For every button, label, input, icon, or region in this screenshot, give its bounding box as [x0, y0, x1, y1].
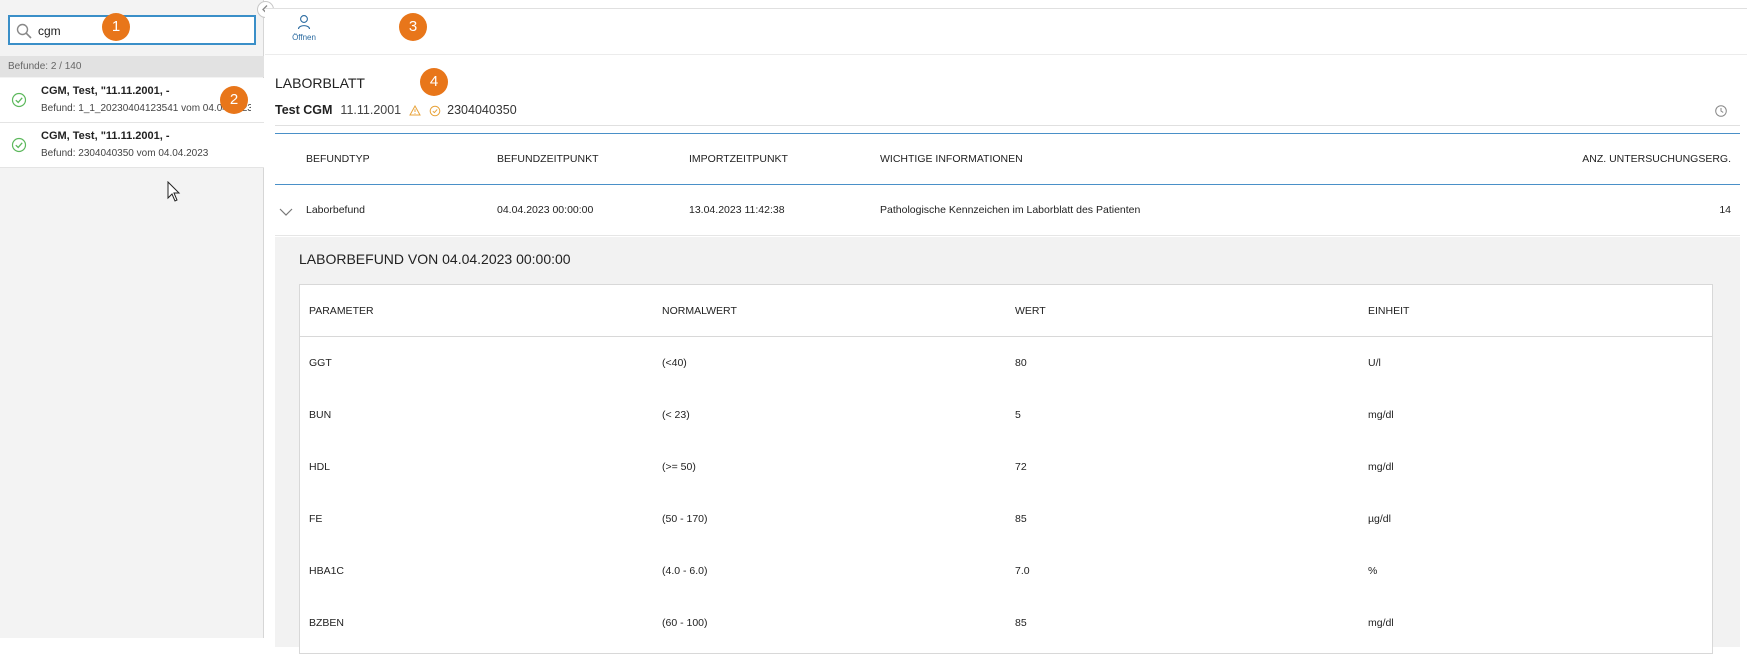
open-button-label: Öffnen: [292, 33, 316, 42]
person-icon: [297, 15, 311, 30]
clock-check-icon: [429, 105, 441, 117]
parameter-table-header: PARAMETER NORMALWERT WERT EINHEIT: [300, 285, 1712, 337]
warning-icon: [409, 105, 421, 116]
parameter-cell: HBA1C: [309, 565, 345, 577]
findings-table-header: BEFUNDTYP BEFUNDZEITPUNKT IMPORTZEITPUNK…: [275, 133, 1740, 185]
search-icon: [16, 23, 32, 39]
check-circle-icon: [11, 92, 27, 108]
value-cell: 7.0: [1015, 565, 1030, 577]
table-row: BZBEN (60 - 100) 85 mg/dl: [300, 597, 1712, 649]
page-title: LABORBLATT: [275, 75, 365, 91]
column-header-normalwert[interactable]: NORMALWERT: [662, 305, 737, 317]
column-header-wert[interactable]: WERT: [1015, 305, 1046, 317]
value-cell: 72: [1015, 461, 1027, 473]
annotation-badge-1: 1: [102, 13, 130, 41]
annotation-badge-2: 2: [220, 86, 248, 114]
findings-table: BEFUNDTYP BEFUNDZEITPUNKT IMPORTZEITPUNK…: [275, 133, 1740, 236]
column-header-einheit[interactable]: EINHEIT: [1368, 305, 1409, 317]
result-title: CGM, Test, "11.11.2001, -: [41, 85, 170, 97]
open-button[interactable]: Öffnen: [287, 14, 321, 50]
results-count: Befunde: 2 / 140: [0, 56, 264, 77]
value-cell: 85: [1015, 617, 1027, 629]
chevron-down-icon[interactable]: [279, 207, 293, 217]
column-header-importzeitpunkt[interactable]: IMPORTZEITPUNKT: [689, 153, 788, 165]
unit-cell: mg/dl: [1368, 461, 1394, 473]
patient-birthdate: 11.11.2001: [340, 103, 402, 117]
search-input[interactable]: [38, 21, 248, 41]
check-circle-icon: [11, 137, 27, 153]
befund-type: Laborbefund: [306, 204, 365, 216]
toolbar: Öffnen: [265, 9, 1747, 55]
history-icon[interactable]: [1714, 104, 1728, 118]
result-subtitle: Befund: 1_1_20230404123541 vom 04.04.202…: [41, 103, 251, 114]
result-subtitle: Befund: 2304040350 vom 04.04.2023: [41, 148, 209, 159]
table-row: BUN (< 23) 5 mg/dl: [300, 389, 1712, 441]
main-content: Öffnen LABORBLATT Test CGM 11.11.2001 2304…: [265, 8, 1747, 654]
search-field[interactable]: [8, 15, 256, 45]
unit-cell: mg/dl: [1368, 409, 1394, 421]
patient-id: 2304040350: [447, 103, 517, 117]
unit-cell: mg/dl: [1368, 617, 1394, 629]
patient-info: Test CGM 11.11.2001 2304040350: [275, 103, 517, 121]
normal-cell: (>= 50): [662, 461, 696, 473]
divider: [275, 125, 1740, 126]
column-header-count[interactable]: ANZ. UNTERSUCHUNGSERG.: [1582, 153, 1731, 165]
unit-cell: U/l: [1368, 357, 1381, 369]
parameter-cell: BUN: [309, 409, 332, 421]
table-row[interactable]: Laborbefund 04.04.2023 00:00:00 13.04.20…: [275, 185, 1740, 236]
column-header-parameter[interactable]: PARAMETER: [309, 305, 374, 317]
parameter-cell: BZBEN: [309, 617, 345, 629]
table-row: HDL (>= 50) 72 mg/dl: [300, 441, 1712, 493]
table-row: FE (50 - 170) 85 µg/dl: [300, 493, 1712, 545]
befund-detail-panel: LABORBEFUND VON 04.04.2023 00:00:00 PARA…: [275, 237, 1740, 654]
table-row: HBA1C (4.0 - 6.0) 7.0 %: [300, 545, 1712, 597]
column-header-befundtyp[interactable]: BEFUNDTYP: [306, 153, 370, 165]
normal-cell: (4.0 - 6.0): [662, 565, 708, 577]
column-header-info[interactable]: WICHTIGE INFORMATIONEN: [880, 153, 1023, 165]
import-time: 13.04.2023 11:42:38: [689, 204, 785, 216]
value-cell: 85: [1015, 513, 1027, 525]
unit-cell: %: [1368, 565, 1378, 577]
value-cell: 5: [1015, 409, 1021, 421]
parameter-table: PARAMETER NORMALWERT WERT EINHEIT GGT (<…: [299, 284, 1713, 654]
result-count: 14: [1719, 204, 1731, 216]
column-header-befundzeitpunkt[interactable]: BEFUNDZEITPUNKT: [497, 153, 599, 165]
table-row: GGT (<40) 80 U/l: [300, 337, 1712, 389]
result-title: CGM, Test, "11.11.2001, -: [41, 130, 170, 142]
important-info: Pathologische Kennzeichen im Laborblatt …: [880, 204, 1141, 216]
value-cell: 80: [1015, 357, 1027, 369]
unit-cell: µg/dl: [1368, 513, 1391, 525]
mouse-cursor-icon: [167, 181, 181, 202]
normal-cell: (< 23): [662, 409, 690, 421]
annotation-badge-4: 4: [420, 68, 448, 96]
normal-cell: (60 - 100): [662, 617, 708, 629]
result-item[interactable]: CGM, Test, "11.11.2001, - Befund: 230404…: [0, 123, 264, 168]
befund-time: 04.04.2023 00:00:00: [497, 204, 594, 216]
patient-name: Test CGM: [275, 103, 333, 117]
detail-title: LABORBEFUND VON 04.04.2023 00:00:00: [299, 251, 571, 267]
normal-cell: (50 - 170): [662, 513, 708, 525]
parameter-cell: HDL: [309, 461, 331, 473]
annotation-badge-3: 3: [399, 13, 427, 41]
parameter-cell: FE: [309, 513, 323, 525]
parameter-cell: GGT: [309, 357, 332, 369]
normal-cell: (<40): [662, 357, 687, 369]
